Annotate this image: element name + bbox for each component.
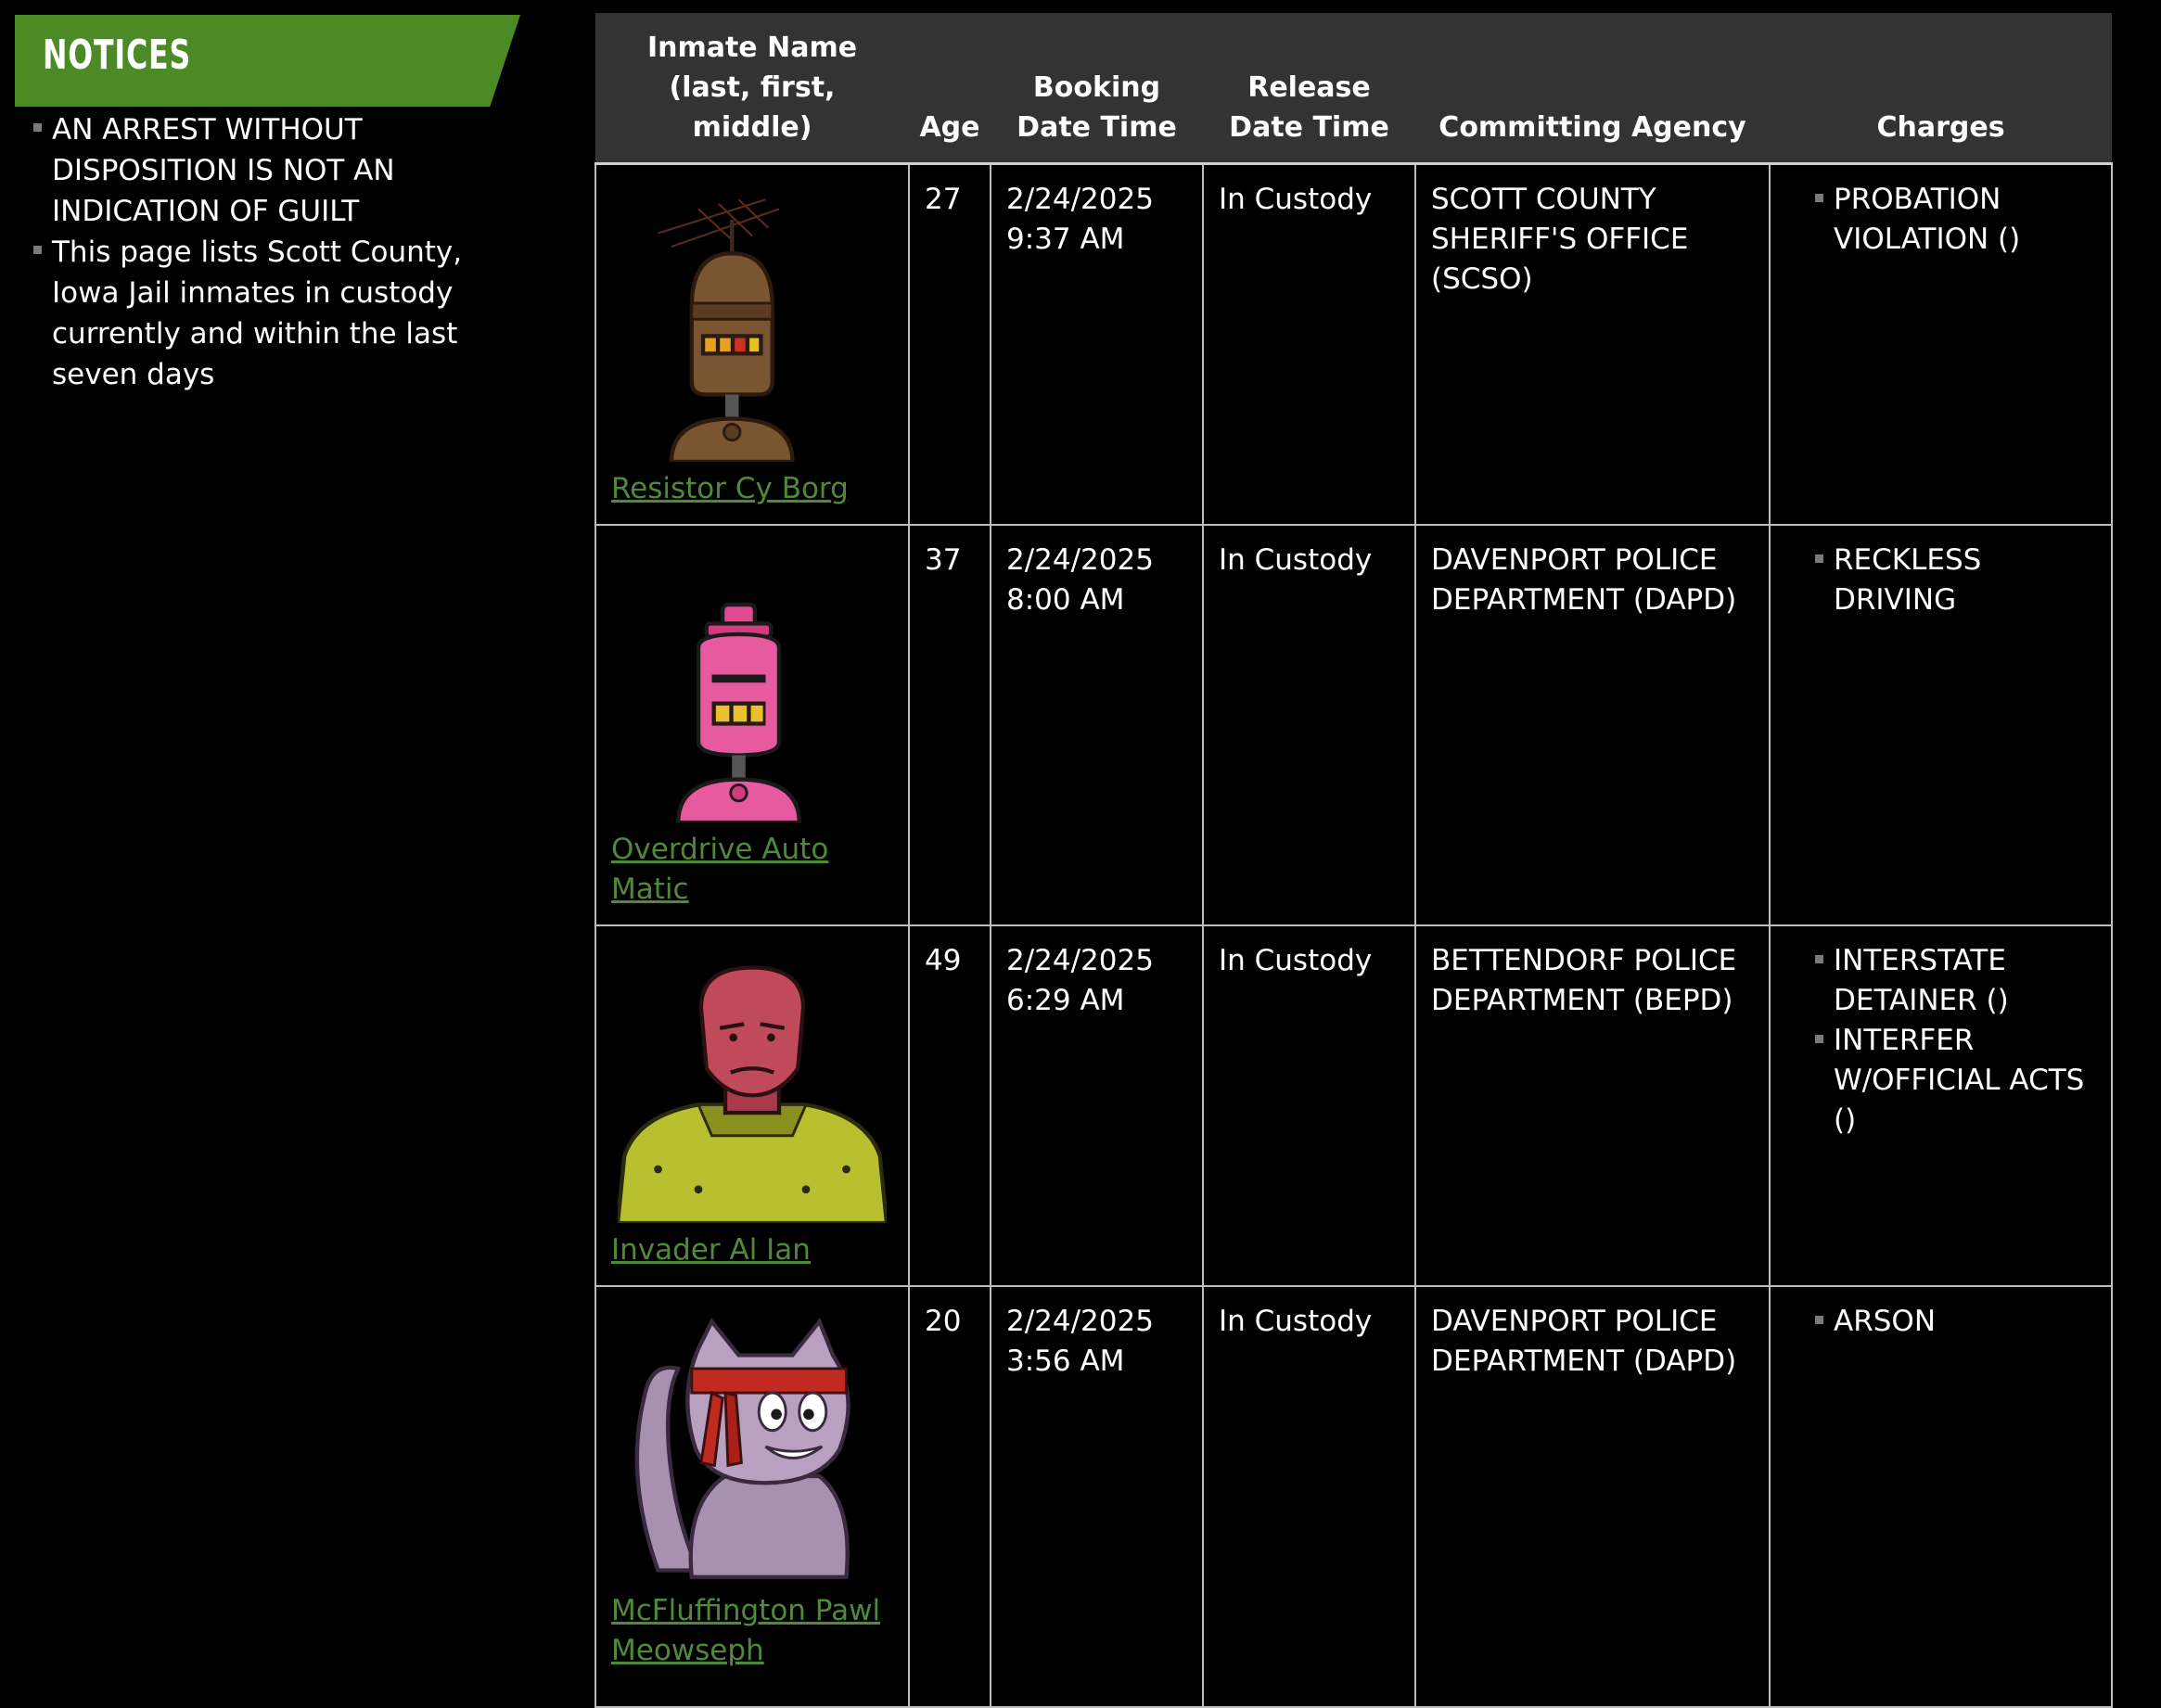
bullet-icon: [33, 123, 42, 132]
charge-text: PROBATION VIOLATION (): [1834, 183, 2021, 256]
charge-item: PROBATION VIOLATION (): [1785, 180, 2096, 260]
name-cell: McFluffington Pawl Meowseph: [595, 1285, 910, 1708]
inmate-name-link[interactable]: Overdrive Auto Matic: [611, 830, 893, 910]
name-cell: Invader Al Ian: [595, 924, 910, 1287]
notice-item: AN ARREST WITHOUT DISPOSITION IS NOT AN …: [0, 109, 519, 232]
agency-cell: DAVENPORT POLICE DEPARTMENT (DAPD): [1414, 1285, 1771, 1708]
charge-list: INTERSTATE DETAINER () INTERFER W/OFFICI…: [1785, 941, 2096, 1141]
age-cell: 20: [908, 1285, 991, 1708]
header-name[interactable]: Inmate Name (last, first, middle): [595, 13, 909, 165]
notices-list: AN ARREST WITHOUT DISPOSITION IS NOT AN …: [0, 109, 519, 395]
table-header-row: Inmate Name (last, first, middle) Age Bo…: [595, 13, 2112, 165]
charge-item: INTERFER W/OFFICIAL ACTS (): [1785, 1021, 2096, 1141]
bullet-icon: [1815, 554, 1823, 563]
charge-item: ARSON: [1785, 1302, 2096, 1342]
charge-text: INTERSTATE DETAINER (): [1834, 944, 2009, 1017]
table-row: McFluffington Pawl Meowseph 20 2/24/2025…: [595, 1285, 2113, 1708]
bullet-icon: [1815, 955, 1823, 963]
name-cell: Resistor Cy Borg: [595, 162, 910, 526]
agency-cell: SCOTT COUNTY SHERIFF'S OFFICE (SCSO): [1414, 162, 1771, 526]
charge-item: RECKLESS DRIVING: [1785, 541, 2096, 620]
header-agency[interactable]: Committing Agency: [1415, 13, 1770, 165]
charges-cell: PROBATION VIOLATION (): [1769, 162, 2113, 526]
notice-item: This page lists Scott County, Iowa Jail …: [0, 232, 519, 395]
bullet-icon: [33, 246, 42, 254]
charges-cell: RECKLESS DRIVING: [1769, 524, 2113, 926]
charges-cell: ARSON: [1769, 1285, 2113, 1708]
release-cell: In Custody: [1202, 924, 1416, 1287]
notice-text: AN ARREST WITHOUT DISPOSITION IS NOT AN …: [52, 113, 395, 228]
header-release[interactable]: Release Date Time: [1203, 13, 1415, 165]
header-booking[interactable]: Booking Date Time: [991, 13, 1203, 165]
booking-cell: 2/24/2025 6:29 AM: [990, 924, 1204, 1287]
age-cell: 49: [908, 924, 991, 1287]
table-row: Overdrive Auto Matic 37 2/24/2025 8:00 A…: [595, 524, 2113, 926]
age-cell: 37: [908, 524, 991, 926]
inmate-name-link[interactable]: Invader Al Ian: [611, 1230, 893, 1270]
charge-item: INTERSTATE DETAINER (): [1785, 941, 2096, 1021]
brown-robot-portrait[interactable]: [618, 193, 887, 462]
purple-cat-portrait[interactable]: [618, 1315, 887, 1584]
booking-cell: 2/24/2025 8:00 AM: [990, 524, 1204, 926]
inmate-name-link[interactable]: Resistor Cy Borg: [611, 469, 893, 509]
booking-cell: 2/24/2025 9:37 AM: [990, 162, 1204, 526]
charge-list: RECKLESS DRIVING: [1785, 541, 2096, 620]
header-age[interactable]: Age: [909, 13, 991, 165]
bullet-icon: [1815, 194, 1823, 202]
agency-cell: DAVENPORT POLICE DEPARTMENT (DAPD): [1414, 524, 1771, 926]
notices-title: NOTICES: [43, 32, 192, 79]
inmate-table: Inmate Name (last, first, middle) Age Bo…: [595, 13, 2113, 1708]
release-cell: In Custody: [1202, 1285, 1416, 1708]
red-alien-portrait[interactable]: [618, 954, 887, 1223]
booking-cell: 2/24/2025 3:56 AM: [990, 1285, 1204, 1708]
release-cell: In Custody: [1202, 524, 1416, 926]
bullet-icon: [1815, 1035, 1823, 1043]
header-charges[interactable]: Charges: [1770, 13, 2112, 165]
table-row: Invader Al Ian 49 2/24/2025 6:29 AM In C…: [595, 924, 2113, 1287]
inmate-name-link[interactable]: McFluffington Pawl Meowseph: [611, 1591, 893, 1671]
charge-list: PROBATION VIOLATION (): [1785, 180, 2096, 260]
notice-text: This page lists Scott County, Iowa Jail …: [52, 236, 463, 391]
age-cell: 27: [908, 162, 991, 526]
charge-text: ARSON: [1834, 1305, 1937, 1338]
charge-text: RECKLESS DRIVING: [1834, 543, 1982, 617]
charge-text: INTERFER W/OFFICIAL ACTS (): [1834, 1024, 2085, 1137]
table-row: Resistor Cy Borg 27 2/24/2025 9:37 AM In…: [595, 162, 2113, 526]
pink-robot-portrait[interactable]: [618, 554, 887, 822]
name-cell: Overdrive Auto Matic: [595, 524, 910, 926]
bullet-icon: [1815, 1316, 1823, 1324]
charges-cell: INTERSTATE DETAINER () INTERFER W/OFFICI…: [1769, 924, 2113, 1287]
agency-cell: BETTENDORF POLICE DEPARTMENT (BEPD): [1414, 924, 1771, 1287]
charge-list: ARSON: [1785, 1302, 2096, 1342]
release-cell: In Custody: [1202, 162, 1416, 526]
